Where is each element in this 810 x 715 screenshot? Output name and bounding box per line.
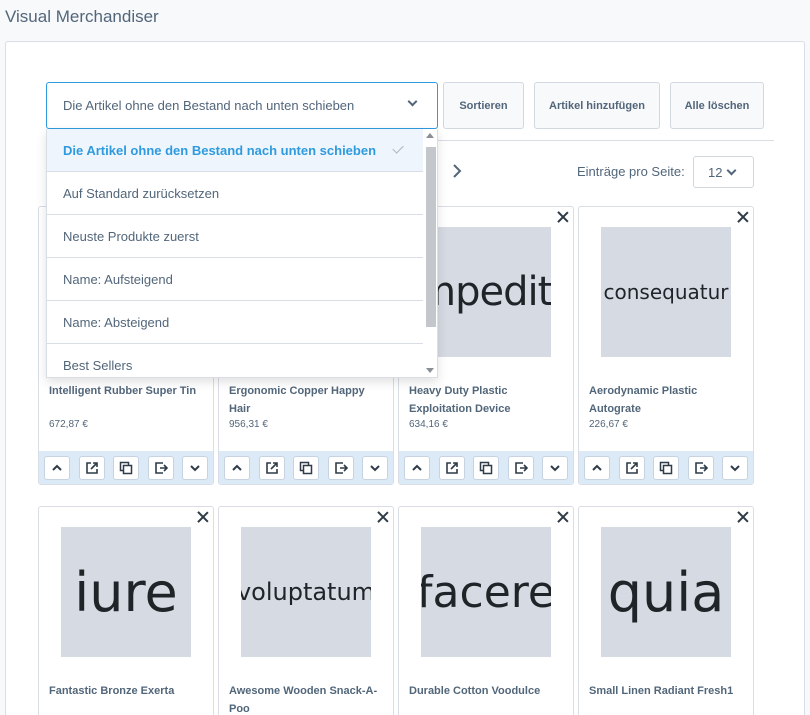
chevron-down-icon — [190, 464, 200, 471]
chevron-down-icon — [730, 464, 740, 471]
product-image: consequatur — [601, 227, 731, 357]
sort-select[interactable]: Die Artikel ohne den Bestand nach unten … — [46, 82, 438, 129]
close-icon[interactable] — [555, 509, 571, 525]
product-name: Intelligent Rubber Super Tin — [49, 385, 197, 397]
export-icon — [154, 461, 168, 474]
dropdown-option[interactable]: Auf Standard zurücksetzen — [47, 172, 423, 215]
close-icon[interactable] — [195, 509, 211, 525]
move-to-button[interactable] — [327, 455, 354, 480]
open-product-button[interactable] — [438, 455, 465, 480]
per-page-value: 12 — [708, 164, 723, 180]
duplicate-button[interactable] — [473, 455, 499, 480]
chevron-down-icon — [370, 464, 380, 471]
next-page-icon[interactable] — [452, 162, 462, 183]
product-name: Durable Cotton Voodulce — [409, 685, 541, 697]
card-toolbar — [219, 451, 393, 484]
external-link-icon — [265, 461, 278, 474]
product-card[interactable]: iure Fantastic Bronze Exerta — [38, 506, 214, 715]
product-card[interactable]: facere Durable Cotton Voodulce — [398, 506, 574, 715]
dropdown-scrollbar[interactable] — [425, 133, 436, 373]
card-toolbar — [399, 451, 573, 484]
dropdown-option[interactable]: Best Sellers — [47, 344, 423, 377]
product-image: voluptatum — [241, 527, 371, 657]
copy-icon — [299, 461, 313, 474]
move-down-button[interactable] — [722, 455, 748, 480]
copy-icon — [479, 461, 493, 474]
chevron-up-icon — [412, 464, 422, 471]
move-to-button[interactable] — [507, 455, 534, 480]
export-icon — [334, 461, 348, 474]
close-icon[interactable] — [735, 509, 751, 525]
product-name: Heavy Duty Plastic Exploitation Device — [409, 385, 511, 415]
move-up-button[interactable] — [404, 455, 430, 480]
product-name: Fantastic Bronze Exerta — [49, 685, 175, 697]
move-to-button[interactable] — [147, 455, 174, 480]
product-card[interactable]: quia Small Linen Radiant Fresh1 — [578, 506, 754, 715]
export-icon — [694, 461, 708, 474]
chevron-up-icon — [592, 464, 602, 471]
product-price: 634,16 € — [409, 419, 448, 430]
external-link-icon — [85, 461, 98, 474]
per-page-select[interactable]: 12 — [693, 156, 754, 188]
product-card[interactable]: consequatur Aerodynamic Plastic Autograt… — [578, 206, 754, 485]
page-title: Visual Merchandiser — [5, 7, 159, 26]
scroll-thumb[interactable] — [426, 147, 436, 327]
scroll-up-icon[interactable] — [426, 133, 434, 138]
move-up-button[interactable] — [584, 455, 610, 480]
dropdown-option[interactable]: Name: Aufsteigend — [47, 258, 423, 301]
close-icon[interactable] — [735, 209, 751, 225]
per-page-label: Einträge pro Seite: — [577, 164, 685, 179]
card-toolbar — [39, 451, 213, 484]
product-price: 226,67 € — [589, 419, 628, 430]
copy-icon — [119, 461, 133, 474]
product-name: Awesome Wooden Snack-A-Poo — [229, 685, 378, 715]
close-icon[interactable] — [375, 509, 391, 525]
chevron-up-icon — [52, 464, 62, 471]
move-up-button[interactable] — [224, 455, 250, 480]
sort-dropdown-list: Die Artikel ohne den Bestand nach unten … — [46, 129, 438, 378]
chevron-down-icon — [550, 464, 560, 471]
product-name: Small Linen Radiant Fresh1 — [589, 685, 734, 697]
move-down-button[interactable] — [362, 455, 388, 480]
product-name: Ergonomic Copper Happy Hair — [229, 385, 365, 415]
copy-icon — [659, 461, 673, 474]
open-product-button[interactable] — [78, 455, 105, 480]
dropdown-option[interactable]: Die Artikel ohne den Bestand nach unten … — [47, 129, 423, 172]
product-price: 672,87 € — [49, 419, 88, 430]
move-down-button[interactable] — [542, 455, 568, 480]
export-icon — [514, 461, 528, 474]
card-toolbar — [579, 451, 753, 484]
clear-all-button[interactable]: Alle löschen — [670, 82, 764, 129]
chevron-down-icon — [727, 165, 737, 175]
chevron-up-icon — [232, 464, 242, 471]
open-product-button[interactable] — [618, 455, 645, 480]
product-card[interactable]: voluptatum Awesome Wooden Snack-A-Poo — [218, 506, 394, 715]
close-icon[interactable] — [555, 209, 571, 225]
external-link-icon — [625, 461, 638, 474]
duplicate-button[interactable] — [113, 455, 139, 480]
product-image: facere — [421, 527, 551, 657]
move-to-button[interactable] — [687, 455, 714, 480]
duplicate-button[interactable] — [653, 455, 679, 480]
move-down-button[interactable] — [182, 455, 208, 480]
product-image: quia — [601, 527, 731, 657]
dropdown-option[interactable]: Name: Absteigend — [47, 301, 423, 344]
external-link-icon — [445, 461, 458, 474]
product-image: impedit — [421, 227, 551, 357]
scroll-down-icon[interactable] — [426, 368, 434, 373]
move-up-button[interactable] — [44, 455, 70, 480]
check-icon — [392, 142, 404, 154]
add-products-button[interactable]: Artikel hinzufügen — [534, 82, 660, 129]
product-price: 956,31 € — [229, 419, 268, 430]
sort-button[interactable]: Sortieren — [443, 82, 524, 129]
open-product-button[interactable] — [258, 455, 285, 480]
duplicate-button[interactable] — [293, 455, 319, 480]
sort-select-value: Die Artikel ohne den Bestand nach unten … — [63, 98, 355, 113]
product-name: Aerodynamic Plastic Autograte — [589, 385, 698, 415]
dropdown-option[interactable]: Neuste Produkte zuerst — [47, 215, 423, 258]
chevron-down-icon — [407, 96, 418, 107]
product-image: iure — [61, 527, 191, 657]
